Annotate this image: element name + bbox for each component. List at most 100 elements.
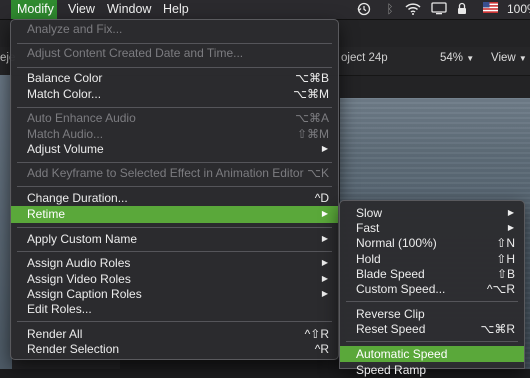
menu-item-label: Slow <box>356 206 383 220</box>
bluetooth-icon[interactable]: ᛒ <box>383 2 397 17</box>
menu-separator <box>17 162 332 163</box>
menu-item-blade-speed[interactable]: Blade Speed ⇧B <box>340 266 524 282</box>
menu-item-balance-color[interactable]: Balance Color ⌥⌘B <box>11 70 338 86</box>
us-flag-icon[interactable] <box>482 2 498 17</box>
menu-item-label: Change Duration... <box>27 191 128 205</box>
menu-item-assign-audio-roles[interactable]: Assign Audio Roles ▶ <box>11 255 338 271</box>
menubar-view[interactable]: View <box>62 0 101 19</box>
zoom-popup[interactable]: 54% ▼ <box>440 52 474 64</box>
menubar-help[interactable]: Help <box>157 0 195 19</box>
chevron-down-icon: ▼ <box>518 54 527 63</box>
menu-item-label: Hold <box>356 252 381 266</box>
menu-item-label: Edit Roles... <box>27 302 92 316</box>
submenu-arrow-icon: ▶ <box>507 208 514 217</box>
retime-submenu: Slow ▶ Fast ▶ Normal (100%) ⇧N Hold ⇧H B… <box>339 200 525 377</box>
menu-item-render-selection[interactable]: Render Selection ^R <box>11 341 338 357</box>
menu-separator <box>17 107 332 108</box>
submenu-arrow-icon: ▶ <box>321 274 328 283</box>
lock-icon[interactable] <box>455 2 469 17</box>
menu-item-custom-speed[interactable]: Custom Speed... ^⌥R <box>340 281 524 297</box>
menu-item-label: Render Selection <box>27 342 120 356</box>
menu-item-label: Fast <box>356 221 380 235</box>
menu-item-label: Normal (100%) <box>356 236 437 250</box>
menu-separator <box>17 251 332 252</box>
menu-item-label: Match Color... <box>27 87 102 101</box>
menu-item-shortcut: ⇧N <box>496 236 515 250</box>
menu-item-label: Speed Ramp <box>356 363 427 377</box>
menu-item-edit-roles[interactable]: Edit Roles... <box>11 301 338 317</box>
menu-item-reverse-clip[interactable]: Reverse Clip <box>340 306 524 322</box>
menu-separator <box>17 186 332 187</box>
zoom-value: 54% <box>440 52 464 64</box>
menu-item-shortcut: ^⌥R <box>486 282 515 296</box>
submenu-arrow-icon: ▶ <box>321 144 328 153</box>
menu-item-label: Apply Custom Name <box>27 232 138 246</box>
menu-item-assign-video-roles[interactable]: Assign Video Roles ▶ <box>11 271 338 287</box>
menu-item-label: Custom Speed... <box>356 282 446 296</box>
menu-item-shortcut: ^⇧R <box>304 327 329 341</box>
menu-item-retime[interactable]: Retime ▶ <box>11 206 338 223</box>
menu-separator <box>346 301 518 302</box>
menu-item-adjust-content-created-date: Adjust Content Created Date and Time... <box>11 45 338 61</box>
menu-item-match-audio: Match Audio... ⇧⌘M <box>11 126 338 142</box>
menu-item-slow[interactable]: Slow ▶ <box>340 205 524 221</box>
time-machine-icon[interactable] <box>355 2 373 17</box>
menu-item-label: Retime <box>27 207 66 221</box>
chevron-down-icon: ▼ <box>466 54 475 63</box>
menu-item-match-color[interactable]: Match Color... ⌥⌘M <box>11 86 338 102</box>
menu-item-shortcut: ^D <box>314 191 329 205</box>
menu-item-label: Balance Color <box>27 71 103 85</box>
battery-percent[interactable]: 100% <box>507 2 530 17</box>
submenu-arrow-icon: ▶ <box>321 289 328 298</box>
menu-item-label: Auto Enhance Audio <box>27 111 136 125</box>
menu-separator <box>17 227 332 228</box>
menu-separator <box>346 341 518 342</box>
menu-item-label: Reset Speed <box>356 322 426 336</box>
menu-item-hold[interactable]: Hold ⇧H <box>340 251 524 267</box>
menu-item-reset-speed[interactable]: Reset Speed ⌥⌘R <box>340 321 524 337</box>
menu-item-label: Reverse Clip <box>356 307 425 321</box>
menu-item-adjust-volume[interactable]: Adjust Volume ▶ <box>11 141 338 157</box>
submenu-arrow-icon: ▶ <box>507 223 514 232</box>
menu-item-shortcut: ^R <box>314 342 329 356</box>
menu-item-shortcut: ⇧B <box>496 267 515 281</box>
view-popup[interactable]: View ▼ <box>491 52 527 64</box>
menu-item-apply-custom-name[interactable]: Apply Custom Name ▶ <box>11 231 338 247</box>
menu-separator <box>17 67 332 68</box>
submenu-arrow-icon: ▶ <box>321 209 328 218</box>
menu-item-change-duration[interactable]: Change Duration... ^D <box>11 190 338 206</box>
menubar-window[interactable]: Window <box>101 0 157 19</box>
menu-item-label: Assign Audio Roles <box>27 256 131 270</box>
menu-item-label: Blade Speed <box>356 267 425 281</box>
menu-item-label: Add Keyframe to Selected Effect in Anima… <box>27 166 304 180</box>
menu-item-speed-ramp[interactable]: Speed Ramp <box>340 362 524 378</box>
menu-item-label: Match Audio... <box>27 127 104 141</box>
submenu-arrow-icon: ▶ <box>321 234 328 243</box>
display-icon[interactable] <box>430 2 448 17</box>
menu-separator <box>17 321 332 322</box>
menu-item-label: Adjust Volume <box>27 142 104 156</box>
menu-item-shortcut: ⌥⌘A <box>295 111 329 125</box>
menubar-modify[interactable]: Modify <box>11 0 57 19</box>
menu-item-analyze-and-fix: Analyze and Fix... <box>11 21 338 37</box>
menu-separator <box>17 43 332 44</box>
menu-bar: Modify View Window Help ᛒ 100% <box>0 0 530 20</box>
menu-item-add-keyframe: Add Keyframe to Selected Effect in Anima… <box>11 165 338 181</box>
menu-item-label: Assign Video Roles <box>27 272 131 286</box>
menu-item-automatic-speed[interactable]: Automatic Speed <box>340 346 524 362</box>
menu-item-shortcut: ⌥K <box>307 166 329 180</box>
menu-item-render-all[interactable]: Render All ^⇧R <box>11 326 338 342</box>
wifi-icon[interactable] <box>404 2 422 17</box>
project-title: oject 24p <box>341 52 388 64</box>
modify-menu: Analyze and Fix... Adjust Content Create… <box>10 19 339 360</box>
timeline-strip <box>120 360 340 369</box>
menu-item-shortcut: ⇧⌘M <box>296 127 329 141</box>
menu-item-label: Assign Caption Roles <box>27 287 142 301</box>
menu-item-shortcut: ⌥⌘B <box>295 71 329 85</box>
menu-item-label: Analyze and Fix... <box>27 22 123 36</box>
menu-item-assign-caption-roles[interactable]: Assign Caption Roles ▶ <box>11 286 338 302</box>
menu-item-fast[interactable]: Fast ▶ <box>340 220 524 236</box>
menu-item-label: Automatic Speed <box>356 347 448 361</box>
menu-item-normal-speed[interactable]: Normal (100%) ⇧N <box>340 235 524 251</box>
menu-item-label: Adjust Content Created Date and Time... <box>27 46 244 60</box>
